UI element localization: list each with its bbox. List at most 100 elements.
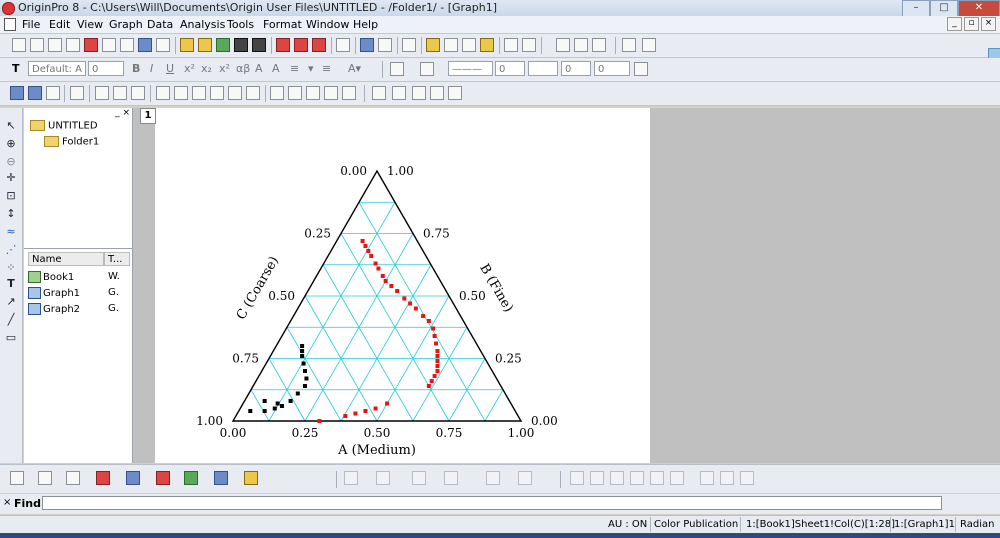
menu-analysis[interactable]: Analysis [180,18,225,31]
area-plot-icon[interactable] [126,471,140,485]
column-name-header[interactable]: Name [28,252,104,266]
graph-page[interactable]: 0.00 0.00 0.00 0.25 0.25 0.25 0.50 0.50 0.50 0.75… [155,108,650,463]
rectangle-tool-icon[interactable]: ▭ [5,332,17,344]
zoom-in-icon[interactable] [10,86,24,100]
menu-window[interactable]: Window [306,18,349,31]
align-icon[interactable]: ≡ [290,62,299,75]
line-plot-icon[interactable] [10,471,24,485]
align-left-icon[interactable] [570,471,584,485]
italic-button[interactable]: I [150,62,153,75]
align-center-icon[interactable] [650,471,664,485]
new-function-icon[interactable] [120,38,134,52]
menu-edit[interactable]: Edit [49,18,70,31]
template-icon[interactable] [244,471,258,485]
menu-data[interactable]: Data [147,18,173,31]
line-symbol-plot-icon[interactable] [66,471,80,485]
3d-bars-icon[interactable] [376,471,390,485]
object-edit-icon[interactable] [372,86,386,100]
rescale-icon[interactable] [70,86,84,100]
matrix-plot-icon[interactable] [486,471,500,485]
menu-format[interactable]: Format [263,18,302,31]
minimize-button[interactable]: – [902,0,930,17]
line-tool-icon[interactable]: ╱ [5,314,17,326]
zoom-icon[interactable]: ⊕ [5,138,17,150]
data-selector-icon[interactable]: ↕ [5,208,17,220]
axis-top-icon[interactable] [174,86,188,100]
ternary-plot[interactable]: 0.00 0.00 0.00 0.25 0.25 0.25 0.50 0.50 0.50 0.75… [155,108,650,463]
align-middle-icon[interactable] [670,471,684,485]
document-icon[interactable] [4,18,16,31]
arrow-tool-icon[interactable]: ↗ [5,296,17,308]
draw-data-icon[interactable]: ⋰ [5,244,17,256]
axis-bottom-icon[interactable] [156,86,170,100]
list-item[interactable]: Book1 W. [28,271,120,283]
project-explorer-icon[interactable] [402,38,416,52]
table-icon[interactable] [342,86,356,100]
import-single-ascii-icon[interactable] [276,38,290,52]
legend-icon[interactable] [270,86,284,100]
date-time-icon[interactable] [324,86,338,100]
grid-icon[interactable] [622,38,636,52]
merge-graphs-icon[interactable] [113,86,127,100]
script-window-icon[interactable] [444,38,458,52]
same-size-icon[interactable] [740,471,754,485]
zoom-out-tool-icon[interactable]: ⊖ [5,156,17,168]
mdi-restore-button[interactable]: ▫ [964,17,979,31]
line-color-icon[interactable] [420,62,434,76]
list-item[interactable]: Graph2 G. [28,303,119,315]
front-icon[interactable] [430,86,444,100]
open-template-icon[interactable] [198,38,212,52]
new-matrix-icon[interactable] [102,38,116,52]
menu-graph[interactable]: Graph [109,18,143,31]
new-layout-icon[interactable] [138,38,152,52]
color-scale-icon[interactable] [288,86,302,100]
align-bottom-icon[interactable] [630,471,644,485]
mask-icon[interactable]: ≈ [5,226,17,238]
image-plot-icon[interactable] [518,471,532,485]
import-multiple-ascii-icon[interactable] [294,38,308,52]
import-wizard-icon[interactable] [312,38,326,52]
mdi-minimize-button[interactable]: _ [947,17,962,31]
new-project-icon[interactable] [12,38,26,52]
new-graph-icon[interactable] [84,38,98,52]
close-button[interactable]: ✕ [958,0,1000,17]
scatter-plot-icon[interactable] [38,471,52,485]
explorer-close-icon[interactable]: _ × [115,108,130,118]
align-top-icon[interactable] [610,471,624,485]
tree-root[interactable]: UNTITLED [30,120,98,132]
find-close-icon[interactable]: × [3,497,11,508]
bold-button[interactable]: B [132,62,140,75]
duplicate-icon[interactable] [378,38,392,52]
find-input[interactable] [42,496,942,510]
new-excel-icon[interactable] [66,38,80,52]
3d-wire-icon[interactable] [444,471,458,485]
page-icon[interactable] [642,38,656,52]
font-color-icon[interactable]: A▾ [348,62,361,75]
greek-icon[interactable]: αβ [236,62,250,75]
contour-plot-icon[interactable] [184,471,198,485]
axis-left-icon[interactable] [192,86,206,100]
group-icon[interactable] [392,86,406,100]
line-width-combo[interactable]: 0 [495,61,525,76]
open-icon[interactable] [180,38,194,52]
border-style-combo[interactable] [528,61,558,76]
add-graph-to-layout-icon[interactable] [504,38,518,52]
line-style-combo[interactable]: ——— [448,61,493,76]
layer-tab[interactable]: 1 [140,108,156,124]
menu-file[interactable]: File [22,18,40,31]
column-type-header[interactable]: T... [104,252,130,266]
supsub-icon[interactable]: x² [219,62,230,75]
new-folder-icon[interactable] [30,38,44,52]
same-height-icon[interactable] [720,471,734,485]
column-plot-icon[interactable] [96,471,110,485]
ungroup-icon[interactable] [412,86,426,100]
region-icon[interactable]: ⁘ [5,262,17,274]
command-window-icon[interactable] [462,38,476,52]
menu-tools[interactable]: Tools [227,18,254,31]
fill-color-icon[interactable] [390,62,404,76]
arrange-layers-icon[interactable] [131,86,145,100]
recalculate-icon[interactable] [522,38,536,52]
new-workbook-icon[interactable] [48,38,62,52]
add-layer-icon[interactable] [95,86,109,100]
line-spacing-icon[interactable]: ≡ [322,62,331,75]
